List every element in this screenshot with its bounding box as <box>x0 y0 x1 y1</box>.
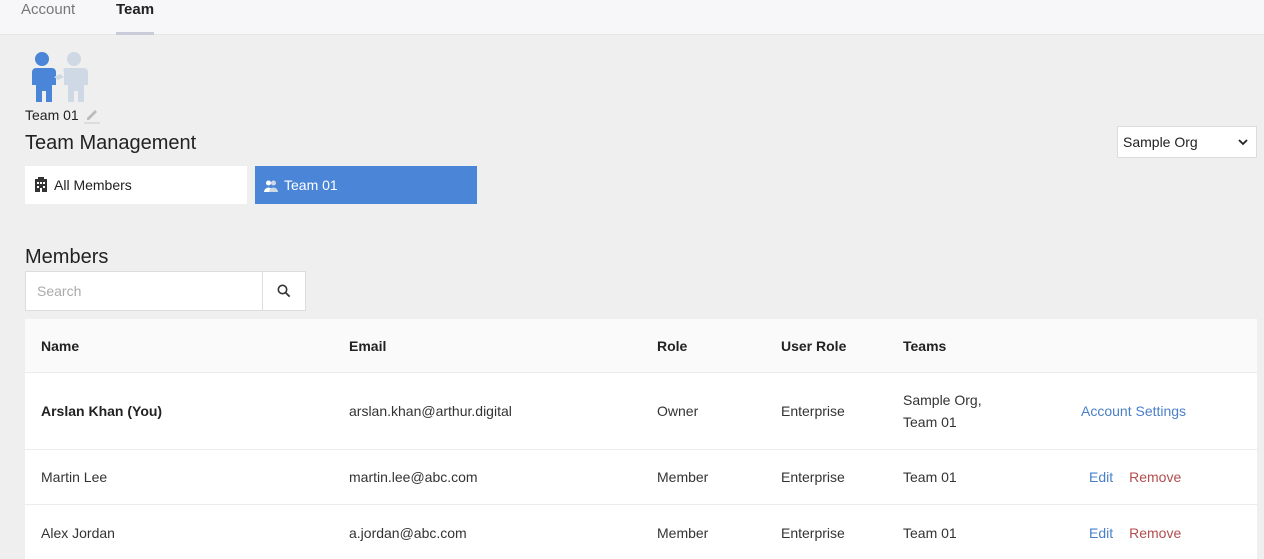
remove-link[interactable]: Remove <box>1129 525 1181 541</box>
table-row: Arslan Khan (You) arslan.khan@arthur.dig… <box>25 373 1257 450</box>
column-header-user-role: User Role <box>781 337 847 354</box>
team-avatar-icon <box>32 52 88 102</box>
members-table: Name Email Role User Role Teams Arslan K… <box>25 319 1257 559</box>
member-user-role: Enterprise <box>781 403 845 419</box>
team-name: Team 01 <box>25 107 79 123</box>
tab-team-01-label: Team 01 <box>284 177 338 193</box>
member-email: arslan.khan@arthur.digital <box>349 403 512 419</box>
members-title: Members <box>25 246 109 268</box>
member-role: Member <box>657 524 709 541</box>
tab-all-members[interactable]: All Members <box>25 166 247 204</box>
team-name-row: Team 01 <box>25 106 101 124</box>
member-user-role: Enterprise <box>781 524 845 541</box>
member-teams-line: Team 01 <box>903 414 957 430</box>
member-teams: Team 01 <box>903 469 957 485</box>
search-button[interactable] <box>262 272 305 310</box>
edit-link[interactable]: Edit <box>1089 525 1113 541</box>
member-role: Member <box>657 469 709 485</box>
column-header-role: Role <box>657 337 688 354</box>
table-header: Name Email Role User Role Teams <box>25 319 1257 373</box>
team-management-title: Team Management <box>25 132 197 154</box>
member-actions: Account Settings <box>1081 373 1186 449</box>
top-navigation: Account Team <box>0 0 1264 35</box>
column-header-email: Email <box>349 337 387 354</box>
chevron-down-icon <box>1238 139 1248 146</box>
column-header-name: Name <box>41 337 80 354</box>
member-teams-line: Sample Org, <box>903 392 982 408</box>
member-user-role: Enterprise <box>781 469 845 485</box>
building-icon <box>35 177 47 192</box>
member-teams: Sample Org, Team 01 <box>903 373 982 449</box>
table-row: Martin Lee martin.lee@abc.com Member Ent… <box>25 450 1257 505</box>
edit-link[interactable]: Edit <box>1089 469 1113 485</box>
team-icon <box>264 180 278 192</box>
account-settings-link[interactable]: Account Settings <box>1081 403 1186 419</box>
tab-team-01[interactable]: Team 01 <box>255 166 477 204</box>
member-name: Alex Jordan <box>41 524 115 541</box>
tab-all-members-label: All Members <box>54 177 132 193</box>
member-name: Martin Lee <box>41 469 108 485</box>
org-select-value: Sample Org <box>1123 134 1198 150</box>
search-box <box>25 271 306 311</box>
tab-account[interactable]: Account <box>21 0 75 35</box>
member-role: Owner <box>657 403 699 419</box>
column-header-teams: Teams <box>903 337 947 354</box>
member-actions: Edit Remove <box>1089 505 1181 559</box>
member-email: a.jordan@abc.com <box>349 524 467 541</box>
org-select[interactable]: Sample Org <box>1117 126 1257 158</box>
member-email: martin.lee@abc.com <box>349 469 478 485</box>
member-teams: Team 01 <box>903 524 957 541</box>
member-actions: Edit Remove <box>1089 450 1181 504</box>
member-name: Arslan Khan (You) <box>41 403 163 419</box>
search-icon <box>277 284 291 298</box>
tab-team[interactable]: Team <box>116 0 155 35</box>
pencil-icon[interactable] <box>83 106 101 124</box>
table-row: Alex Jordan a.jordan@abc.com Member Ente… <box>25 505 1257 559</box>
search-input[interactable] <box>26 272 262 310</box>
remove-link[interactable]: Remove <box>1129 469 1181 485</box>
